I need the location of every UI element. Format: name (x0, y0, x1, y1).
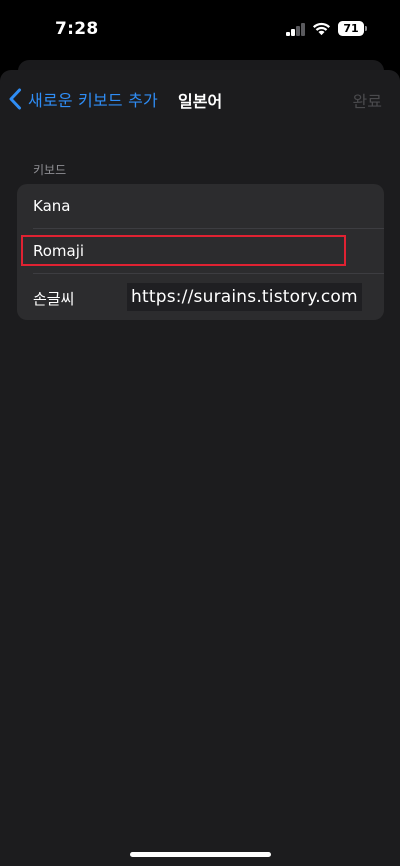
signal-bar-3 (296, 26, 300, 36)
section-header-keyboard: 키보드 (33, 163, 67, 177)
signal-bar-4 (301, 23, 305, 36)
page-title: 일본어 (178, 92, 223, 111)
keyboard-option-kana[interactable]: Kana (17, 184, 384, 229)
screen: 7:28 71 새로운 키보드 추가 일본어 완료 키보드 Kana Romaj… (0, 0, 400, 866)
keyboard-option-label: 손글씨 (33, 290, 75, 308)
watermark-url: https://surains.tistory.com (127, 283, 362, 311)
signal-bar-2 (291, 29, 295, 36)
done-button[interactable]: 완료 (353, 88, 382, 112)
status-bar: 7:28 71 (0, 0, 400, 60)
back-button-label: 새로운 키보드 추가 (28, 91, 158, 110)
signal-bar-1 (286, 32, 290, 36)
home-indicator[interactable] (130, 852, 271, 857)
battery-level: 71 (338, 21, 364, 36)
cellular-signal-icon (286, 23, 306, 36)
wifi-icon (312, 22, 331, 36)
highlight-annotation (21, 235, 346, 266)
back-button[interactable]: 새로운 키보드 추가 (8, 86, 158, 112)
keyboard-option-label: Kana (33, 197, 71, 215)
battery-icon: 71 (338, 21, 368, 36)
status-time: 7:28 (55, 19, 99, 39)
chevron-left-icon (9, 88, 21, 110)
battery-tip (365, 26, 367, 31)
